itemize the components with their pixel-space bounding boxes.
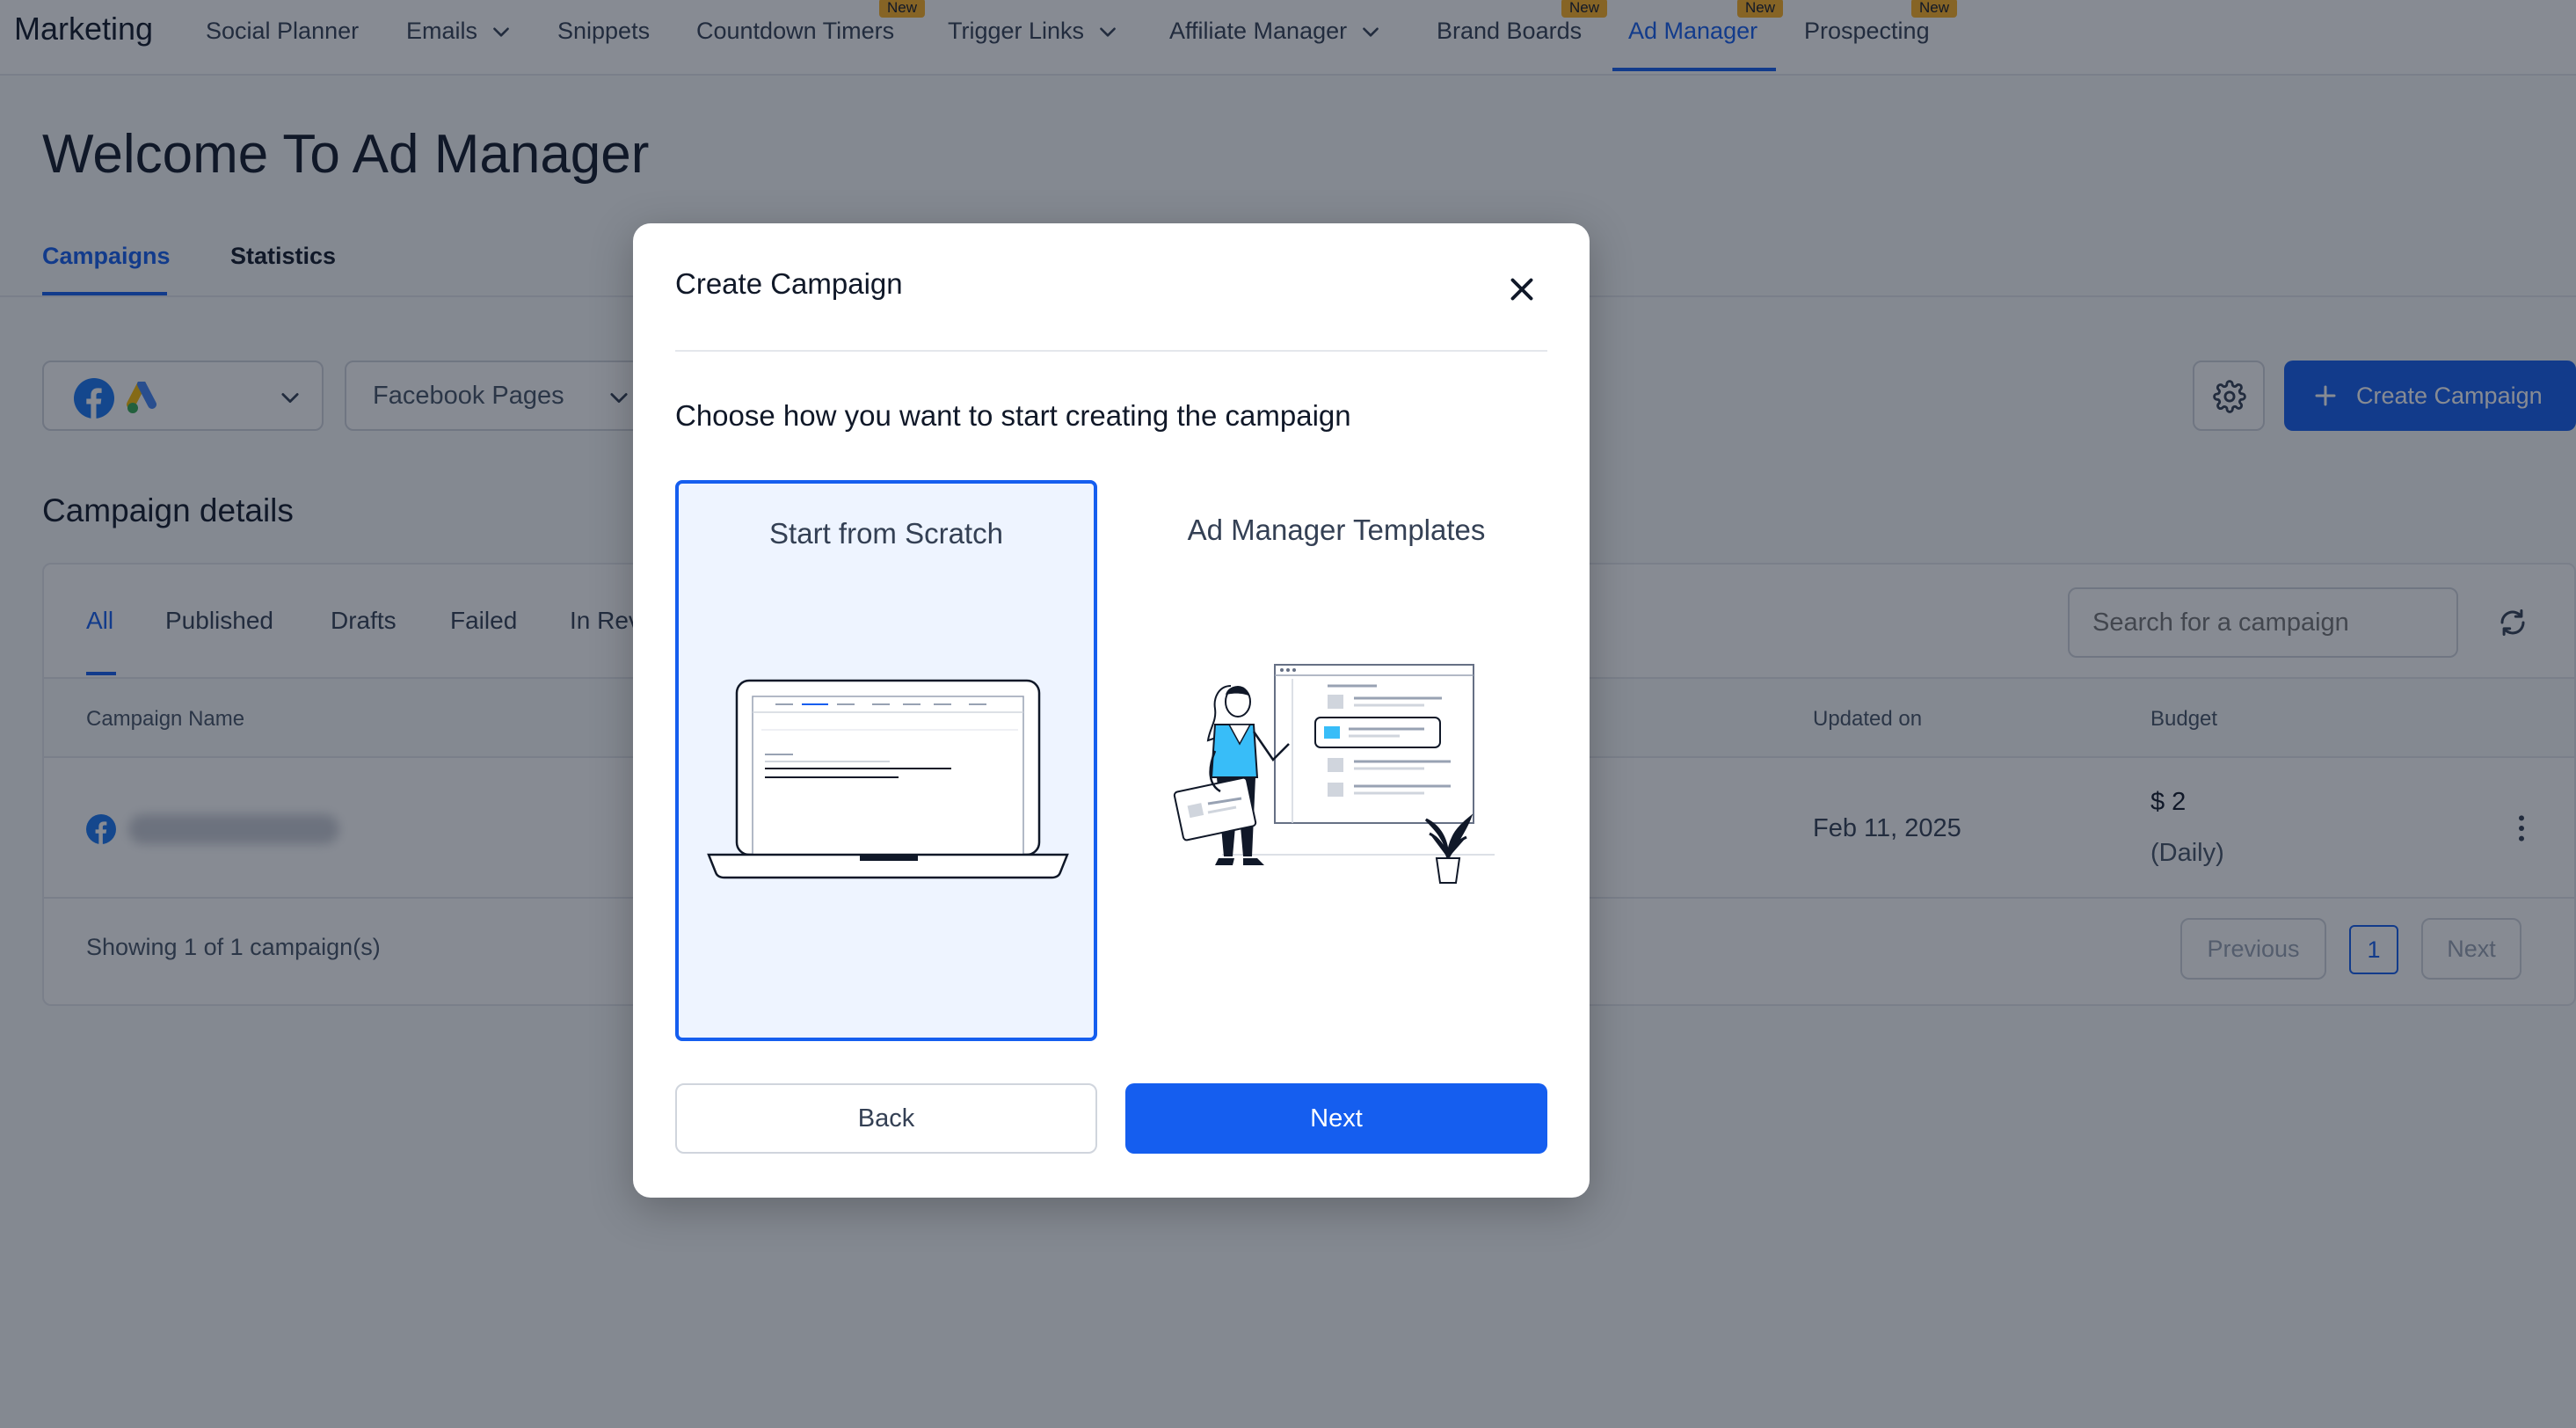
- back-button[interactable]: Back: [675, 1083, 1097, 1154]
- modal-subtitle: Choose how you want to start creating th…: [675, 399, 1351, 432]
- modal-divider: [675, 350, 1547, 352]
- laptop-illustration: [707, 679, 1069, 879]
- option-ad-manager-templates[interactable]: Ad Manager Templates: [1125, 480, 1547, 1041]
- option-start-from-scratch[interactable]: Start from Scratch: [675, 480, 1097, 1041]
- next-button[interactable]: Next: [1125, 1083, 1547, 1154]
- option-label: Start from Scratch: [769, 517, 1003, 550]
- modal-title: Create Campaign: [675, 267, 903, 300]
- create-campaign-modal: Create Campaign Choose how you want to s…: [633, 223, 1590, 1198]
- option-label: Ad Manager Templates: [1187, 514, 1486, 546]
- close-icon[interactable]: [1503, 271, 1540, 308]
- templates-illustration: [1173, 664, 1495, 884]
